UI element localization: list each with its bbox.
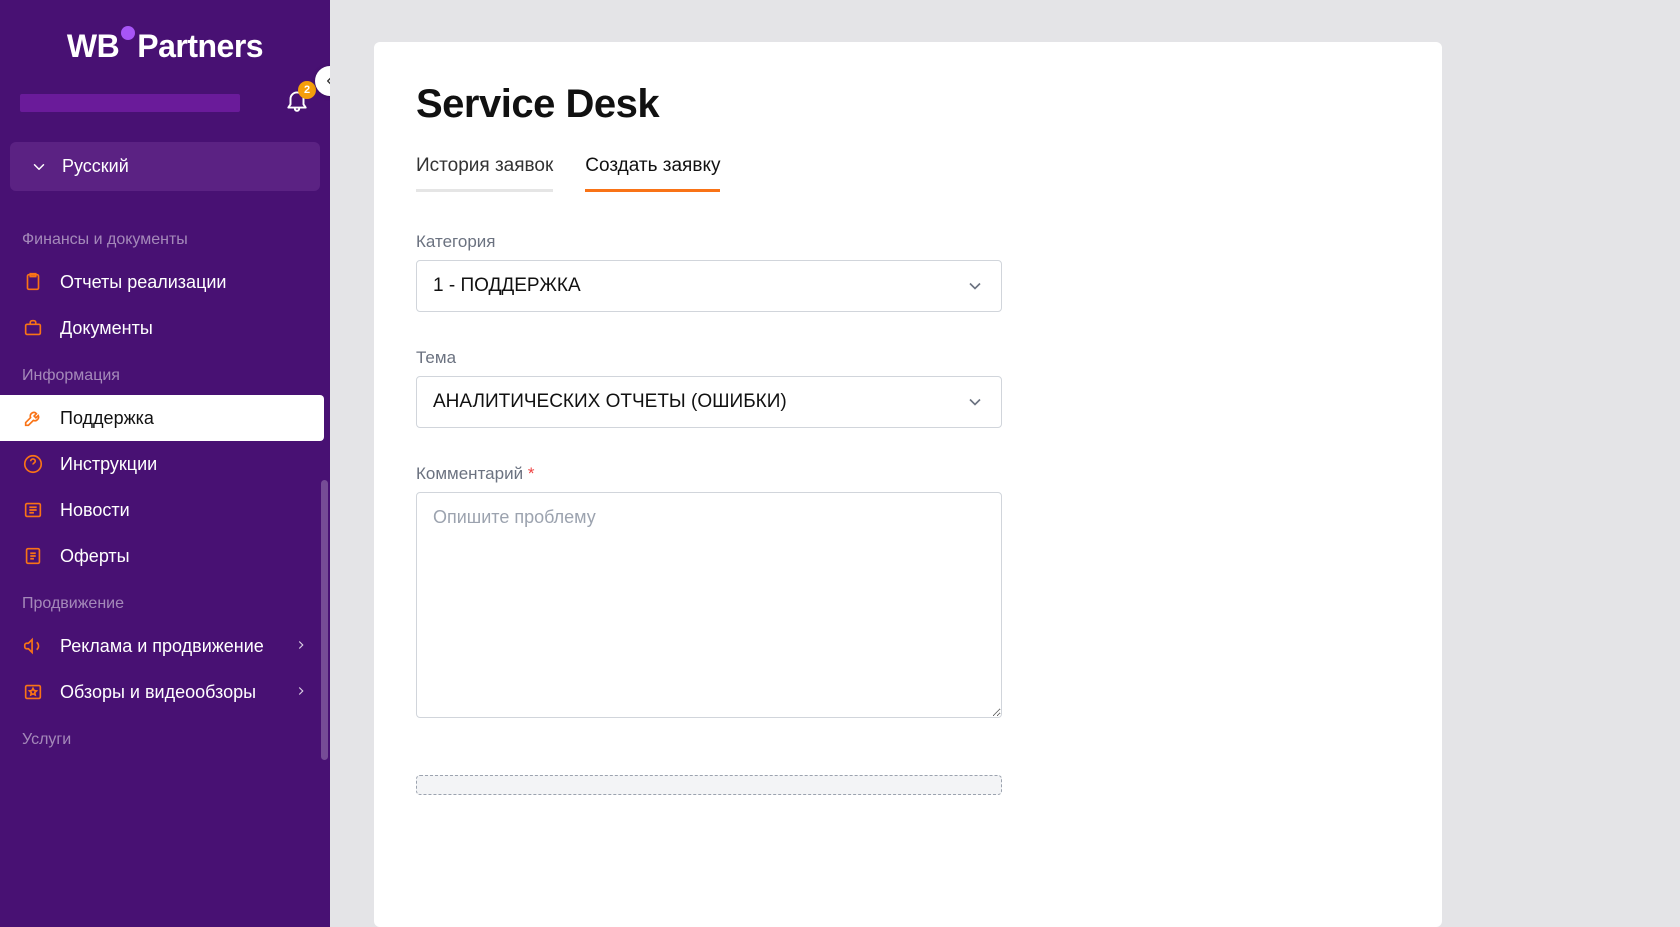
nav-item-support[interactable]: Поддержка bbox=[0, 395, 324, 441]
tab-create[interactable]: Создать заявку bbox=[585, 155, 720, 192]
topic-value: АНАЛИТИЧЕСКИХ ОТЧЕТЫ (ОШИБКИ) bbox=[433, 391, 787, 413]
logo-dot-icon bbox=[121, 26, 135, 40]
nav-item-instructions[interactable]: Инструкции bbox=[0, 441, 330, 487]
topic-label: Тема bbox=[416, 348, 1400, 368]
language-label: Русский bbox=[62, 156, 129, 177]
comment-label-text: Комментарий bbox=[416, 464, 523, 483]
comment-textarea[interactable] bbox=[416, 492, 1002, 718]
nav-label: Поддержка bbox=[60, 408, 154, 429]
section-header-promo: Продвижение bbox=[0, 579, 330, 623]
chevron-down-icon bbox=[30, 158, 48, 176]
section-header-info: Информация bbox=[0, 351, 330, 395]
wrench-icon bbox=[22, 407, 44, 429]
sidebar: WB Partners 2 Русский Финансы и документы… bbox=[0, 0, 330, 927]
language-selector[interactable]: Русский bbox=[10, 142, 320, 191]
nav-item-news[interactable]: Новости bbox=[0, 487, 330, 533]
category-label: Категория bbox=[416, 232, 1400, 252]
tab-bar: История заявок Создать заявку bbox=[416, 155, 1400, 192]
clipboard-icon bbox=[22, 271, 44, 293]
briefcase-icon bbox=[22, 317, 44, 339]
comment-label: Комментарий * bbox=[416, 464, 1400, 484]
document-icon bbox=[22, 545, 44, 567]
nav-label: Отчеты реализации bbox=[60, 272, 227, 293]
nav-item-advertising[interactable]: Реклама и продвижение bbox=[0, 623, 330, 669]
chevron-right-icon bbox=[294, 636, 308, 657]
required-asterisk: * bbox=[528, 464, 535, 483]
nav-label: Документы bbox=[60, 318, 153, 339]
chevron-down-icon bbox=[965, 276, 985, 296]
nav-label: Обзоры и видеообзоры bbox=[60, 682, 256, 703]
nav-label: Оферты bbox=[60, 546, 130, 567]
logo-suffix: Partners bbox=[137, 28, 263, 64]
nav-label: Реклама и продвижение bbox=[60, 636, 264, 657]
app-logo: WB Partners bbox=[0, 0, 330, 87]
file-upload-dropzone[interactable] bbox=[416, 775, 1002, 795]
category-select[interactable]: 1 - ПОДДЕРЖКА bbox=[416, 260, 1002, 312]
nav-item-reports[interactable]: Отчеты реализации bbox=[0, 259, 330, 305]
nav-item-documents[interactable]: Документы bbox=[0, 305, 330, 351]
star-icon bbox=[22, 681, 44, 703]
main-area: Service Desk История заявок Создать заяв… bbox=[330, 0, 1680, 927]
logo-prefix: WB bbox=[67, 28, 119, 64]
arrow-left-icon bbox=[323, 74, 330, 88]
nav-item-reviews[interactable]: Обзоры и видеообзоры bbox=[0, 669, 330, 715]
nav-label: Новости bbox=[60, 500, 130, 521]
user-name-placeholder bbox=[20, 94, 240, 112]
notification-badge: 2 bbox=[298, 81, 316, 99]
notifications-button[interactable]: 2 bbox=[284, 87, 310, 118]
topic-select[interactable]: АНАЛИТИЧЕСКИХ ОТЧЕТЫ (ОШИБКИ) bbox=[416, 376, 1002, 428]
section-header-finance: Финансы и документы bbox=[0, 215, 330, 259]
chevron-right-icon bbox=[294, 682, 308, 703]
user-row: 2 bbox=[0, 87, 330, 128]
content-panel: Service Desk История заявок Создать заяв… bbox=[374, 42, 1442, 927]
field-category: Категория 1 - ПОДДЕРЖКА bbox=[416, 232, 1400, 312]
megaphone-icon bbox=[22, 635, 44, 657]
field-comment: Комментарий * bbox=[416, 464, 1400, 723]
nav-label: Инструкции bbox=[60, 454, 157, 475]
category-value: 1 - ПОДДЕРЖКА bbox=[433, 275, 581, 297]
news-icon bbox=[22, 499, 44, 521]
chevron-down-icon bbox=[965, 392, 985, 412]
question-icon bbox=[22, 453, 44, 475]
page-title: Service Desk bbox=[416, 82, 1400, 127]
tab-history[interactable]: История заявок bbox=[416, 155, 553, 192]
sidebar-scrollbar[interactable] bbox=[321, 480, 328, 760]
field-topic: Тема АНАЛИТИЧЕСКИХ ОТЧЕТЫ (ОШИБКИ) bbox=[416, 348, 1400, 428]
section-header-services: Услуги bbox=[0, 715, 330, 759]
nav-item-offers[interactable]: Оферты bbox=[0, 533, 330, 579]
